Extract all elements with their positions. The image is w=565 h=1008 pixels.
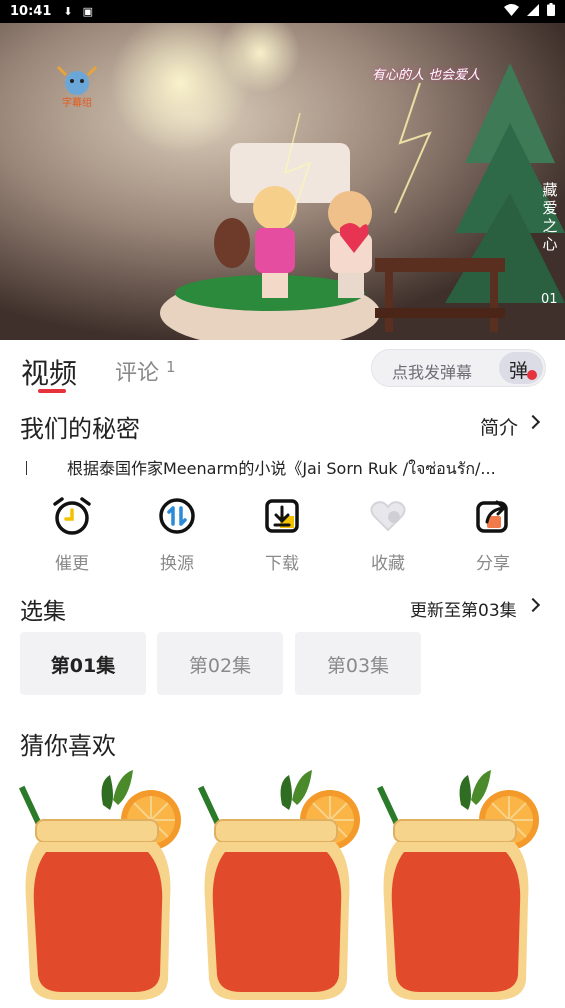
action-label: 收藏 <box>371 554 405 574</box>
recommend-title: 猜你喜欢 <box>20 732 116 760</box>
drama-header: 我们的秘密 简介 <box>0 405 565 445</box>
episode-item[interactable]: 第02集 <box>157 632 283 695</box>
recommend-item-poster[interactable] <box>197 770 367 1004</box>
action-bar: 催更 换源 下载 收藏 分享 <box>0 492 565 574</box>
fansub-logo: 字幕组 <box>54 63 100 109</box>
battery-icon <box>547 3 555 20</box>
notification-icon: ▣ <box>82 5 94 18</box>
heart-icon <box>368 496 408 536</box>
action-label: 催更 <box>55 554 89 574</box>
video-overlay-subtitle: 有心的人 也会爱人 <box>372 68 481 83</box>
chevron-right-icon[interactable] <box>525 597 541 613</box>
status-bar: 10:41 ⬇ ▣ <box>0 0 565 23</box>
episode-item[interactable]: 第03集 <box>295 632 421 695</box>
status-time: 10:41 <box>10 4 52 19</box>
episode-label: 第02集 <box>188 655 252 677</box>
episodes-header: 选集 更新至第03集 <box>0 590 565 625</box>
action-label: 下载 <box>265 554 299 574</box>
episode-list: 第01集 第02集 第03集 <box>0 632 565 696</box>
intro-link[interactable]: 简介 <box>480 413 518 440</box>
video-vertical-title: 藏爱之心 <box>542 181 558 253</box>
share-button[interactable]: 分享 <box>453 492 533 574</box>
episodes-update-link[interactable]: 更新至第03集 <box>410 596 517 621</box>
danmaku-input[interactable]: 点我发弹幕 弹 <box>371 349 546 387</box>
wifi-icon <box>504 3 519 20</box>
episode-label: 第03集 <box>326 655 390 677</box>
chevron-right-icon[interactable] <box>525 414 541 430</box>
signal-icon <box>527 3 539 20</box>
danmaku-toggle-label: 弹 <box>509 360 529 382</box>
recommend-item-poster[interactable] <box>376 770 546 1004</box>
danmaku-status-badge <box>527 370 537 380</box>
video-player[interactable]: 字幕组 有心的人 也会爱人 藏爱之心 01 <box>0 23 565 340</box>
danmaku-toggle-button[interactable]: 弹 <box>499 352 543 384</box>
drama-synopsis[interactable]: 根据泰国作家Meenarm的小说《Jai Sorn Ruk /ใจซ่อนรัก… <box>20 455 550 479</box>
urge-update-button[interactable]: 催更 <box>32 492 112 574</box>
recommend-item-poster[interactable] <box>18 770 188 1004</box>
switch-source-button[interactable]: 换源 <box>137 492 217 574</box>
share-icon <box>473 496 513 536</box>
episodes-title: 选集 <box>20 599 66 625</box>
download-icon <box>262 496 302 536</box>
tab-comments[interactable]: 评论 <box>115 355 159 387</box>
download-button[interactable]: 下载 <box>242 492 322 574</box>
video-episode-number: 01 <box>541 292 558 307</box>
detail-tabs: 视频 评论 1 点我发弹幕 弹 <box>0 340 565 402</box>
switch-source-icon <box>157 496 197 536</box>
danmaku-placeholder: 点我发弹幕 <box>392 363 473 382</box>
favorite-button[interactable]: 收藏 <box>348 492 428 574</box>
episode-label: 第01集 <box>50 655 116 677</box>
logo-caption: 字幕组 <box>62 96 92 109</box>
episode-item[interactable]: 第01集 <box>20 632 146 695</box>
synopsis-text: 根据泰国作家Meenarm的小说《Jai Sorn Ruk /ใจซ่อนรัก… <box>67 459 496 478</box>
tab-active-indicator <box>38 389 66 393</box>
drama-title: 我们的秘密 <box>20 415 140 443</box>
recommend-list <box>0 770 565 1004</box>
action-label: 分享 <box>476 554 510 574</box>
alarm-clock-icon <box>52 496 92 536</box>
tab-video[interactable]: 视频 <box>21 352 77 392</box>
action-label: 换源 <box>160 554 194 574</box>
comment-count: 1 <box>166 358 176 376</box>
synopsis-marker <box>26 461 27 475</box>
download-icon: ⬇ <box>63 5 73 18</box>
